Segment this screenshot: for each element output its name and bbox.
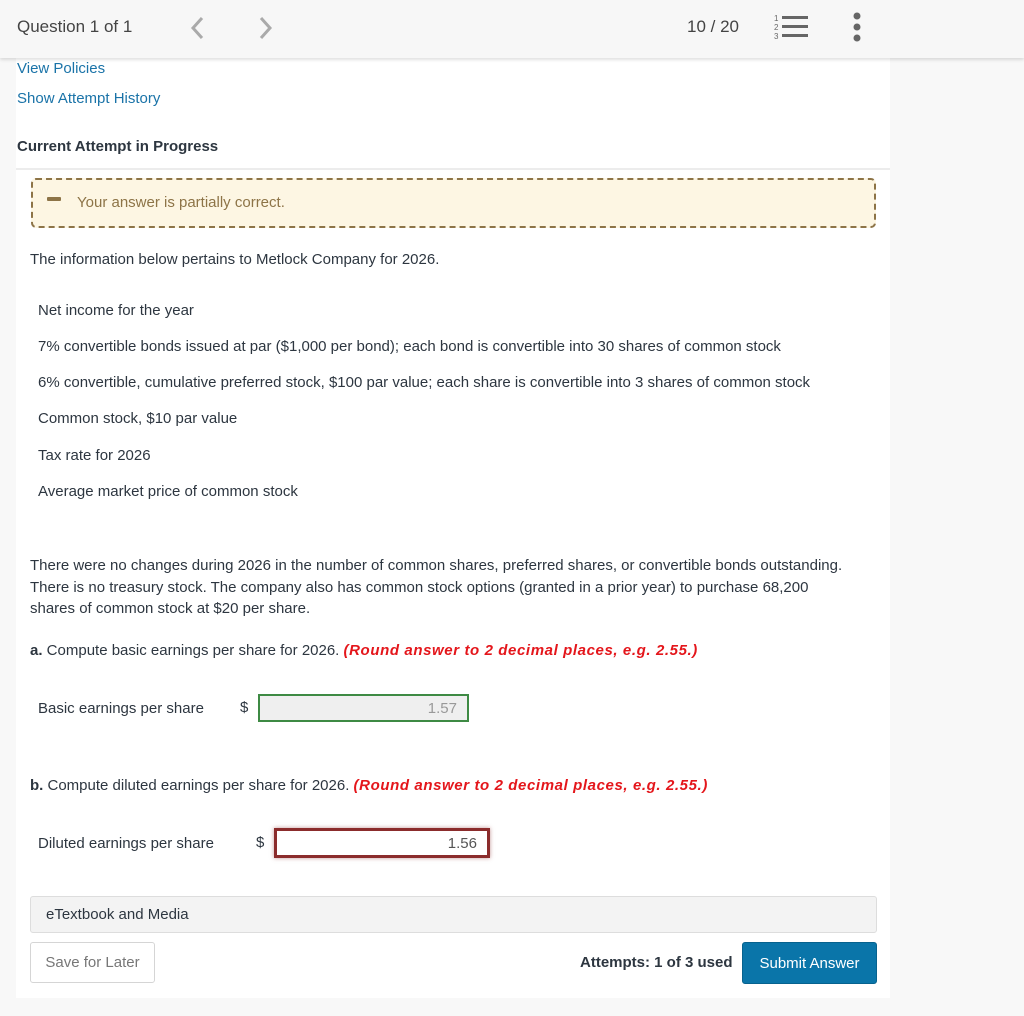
diluted-eps-input[interactable] [274,828,490,858]
partial-correct-icon [47,197,61,201]
svg-text:2: 2 [774,23,779,32]
attempt-heading: Current Attempt in Progress [17,138,219,155]
more-vertical-icon [853,12,861,42]
part-letter: a. [30,642,43,659]
attempt-history-link[interactable]: Show Attempt History [17,90,160,107]
question-header: Question 1 of 1 10 / 20 1 2 3 [0,0,1024,58]
fact-item: Average market price of common stock [38,483,298,500]
part-prompt-text: Compute diluted earnings per share for 2… [43,777,354,794]
next-question-button[interactable] [254,14,278,42]
save-for-later-button[interactable]: Save for Later [30,942,155,983]
rounding-hint: (Round answer to 2 decimal places, e.g. … [353,777,708,794]
question-counter: Question 1 of 1 [17,17,133,36]
part-b-prompt: b. Compute diluted earnings per share fo… [30,777,708,794]
diluted-eps-label: Diluted earnings per share [38,835,214,852]
view-policies-link[interactable]: View Policies [17,60,105,77]
fact-item: Tax rate for 2026 [38,447,151,464]
part-letter: b. [30,777,44,794]
fact-item: 6% convertible, cumulative preferred sto… [38,374,811,391]
basic-eps-input[interactable] [258,694,469,722]
rounding-hint: (Round answer to 2 decimal places, e.g. … [343,642,698,659]
part-a-prompt: a. Compute basic earnings per share for … [30,642,698,659]
previous-question-button[interactable] [185,14,209,42]
feedback-text: Your answer is partially correct. [77,194,285,211]
question-panel: View Policies Show Attempt History Curre… [16,58,890,998]
divider [16,168,890,170]
currency-symbol: $ [256,834,265,851]
basic-eps-label: Basic earnings per share [38,700,204,717]
feedback-banner: Your answer is partially correct. [31,178,876,228]
chevron-right-icon [259,16,273,40]
question-paragraph: There were no changes during 2026 in the… [30,557,843,617]
attempts-counter: Attempts: 1 of 3 used [580,954,733,971]
part-prompt-text: Compute basic earnings per share for 202… [42,642,344,659]
svg-text:1: 1 [774,14,779,23]
fact-item: Net income for the year [38,302,194,319]
etextbook-media-panel[interactable]: eTextbook and Media [30,896,877,933]
fact-item: 7% convertible bonds issued at par ($1,0… [38,338,781,355]
chevron-left-icon [190,16,204,40]
more-options-button[interactable] [850,11,864,43]
numbered-list-icon: 1 2 3 [774,14,808,41]
fact-item: Common stock, $10 par value [38,410,238,427]
etextbook-label: eTextbook and Media [46,906,189,923]
submit-answer-button[interactable]: Submit Answer [742,942,877,984]
currency-symbol: $ [240,699,249,716]
question-intro: The information below pertains to Metloc… [30,251,440,268]
svg-text:3: 3 [774,32,779,40]
assignment-progress: 10 / 20 [687,17,739,36]
question-list-button[interactable]: 1 2 3 [773,12,809,41]
